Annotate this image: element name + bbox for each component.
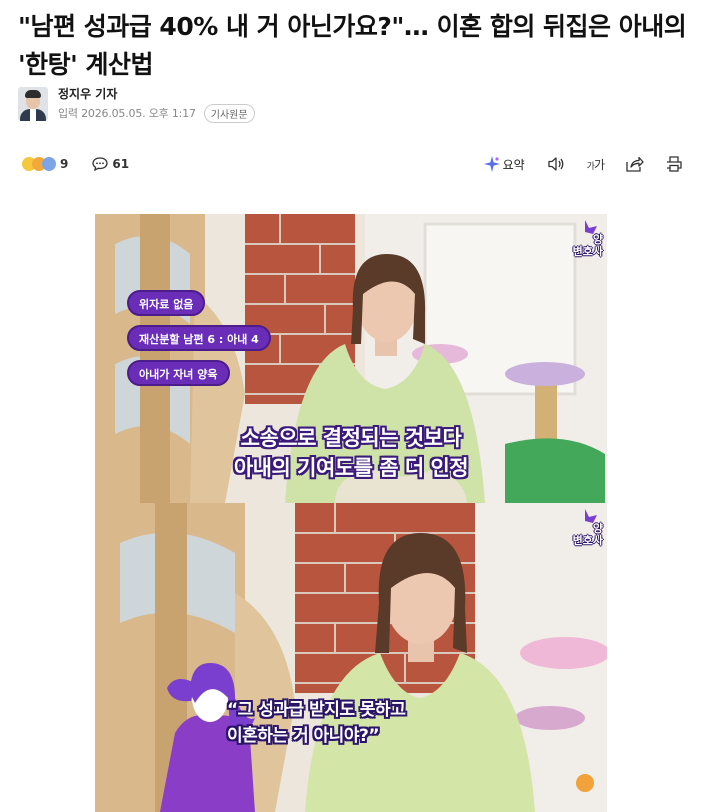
article-toolbar: 9 61 요약 가가 (0, 150, 702, 178)
comment-icon[interactable] (92, 157, 109, 171)
reaction-count[interactable]: 9 (60, 157, 68, 171)
speaker-icon (548, 157, 564, 171)
scene-illustration-2 (95, 503, 607, 812)
channel-logo: 양 변호사 (551, 218, 603, 258)
video-still-2: “그 성과급 받지도 못하고 이혼하는 거 아니야?” 양 변호사 (95, 503, 607, 812)
font-size-button[interactable]: 가가 (586, 156, 605, 173)
comment-count[interactable]: 61 (112, 157, 129, 171)
article-headline: "남편 성과급 40% 내 거 아닌가요?"… 이혼 합의 뒤집은 아내의 '한… (18, 12, 687, 79)
reporter-name[interactable]: 정지우 기자 (58, 86, 255, 102)
summary-sparkle-icon (483, 156, 500, 172)
print-icon (667, 156, 682, 172)
listen-button[interactable] (547, 156, 565, 172)
fact-pill-custody: 아내가 자녀 양육 (127, 360, 230, 386)
summary-button[interactable]: 요약 (483, 156, 525, 173)
reaction-emoji-icon[interactable] (22, 154, 56, 174)
byline: 정지우 기자 입력 2026.05.05. 오후 1:17 기사원문 (18, 86, 255, 123)
speech-line-1: “그 성과급 받지도 못하고 (227, 700, 406, 720)
summary-label: 요약 (502, 157, 525, 172)
original-article-button[interactable]: 기사원문 (203, 103, 255, 123)
speech-line-2: 이혼하는 거 아니야?” (227, 726, 380, 746)
article-image[interactable]: 위자료 없음 재산분할 남편 6 : 아내 4 아내가 자녀 양육 소송으로 결… (95, 214, 607, 812)
share-icon (626, 156, 644, 172)
reporter-avatar[interactable] (18, 87, 48, 121)
video-still-1: 위자료 없음 재산분할 남편 6 : 아내 4 아내가 자녀 양육 소송으로 결… (95, 214, 607, 503)
print-button[interactable] (666, 156, 682, 172)
fact-pill-alimony: 위자료 없음 (127, 290, 206, 316)
channel-logo-2: 양 변호사 (551, 507, 603, 547)
subtitle-line-2: 아내의 기여도를 좀 더 인정 (233, 456, 469, 480)
share-button[interactable] (626, 156, 644, 172)
subtitle-line-1: 소송으로 결정되는 것보다 (240, 426, 462, 450)
font-size-icon: 가가 (586, 157, 605, 172)
publish-date: 입력 2026.05.05. 오후 1:17 (58, 107, 196, 120)
fact-pill-property-division: 재산분할 남편 6 : 아내 4 (127, 325, 271, 351)
